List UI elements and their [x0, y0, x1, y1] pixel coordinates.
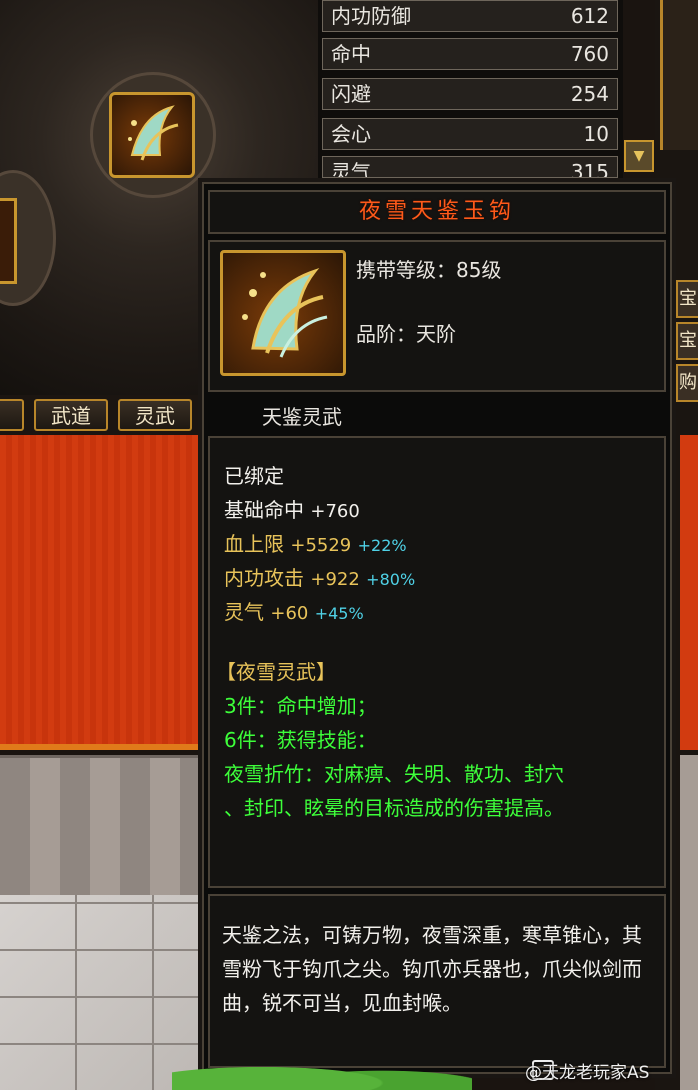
right-item-frame	[660, 0, 698, 150]
skill-line: 、封印、眩晕的目标造成的伤害提高。	[224, 796, 564, 820]
scroll-down-button[interactable]: ▼	[624, 140, 654, 172]
item-icon	[220, 250, 346, 376]
jade-hook-icon	[242, 268, 328, 358]
equipment-slot[interactable]	[0, 198, 17, 284]
right-tab[interactable]: 宝	[676, 280, 698, 318]
stat-value: 10	[583, 122, 609, 146]
tooltip-header: 夜雪天鉴玉钩	[208, 190, 666, 234]
tab-wudao[interactable]: 武道	[34, 399, 108, 431]
attr-percent: +45%	[314, 604, 364, 623]
bound-status: 已绑定	[224, 464, 284, 488]
stat-row: 闪避 254	[322, 78, 618, 110]
attr-value: +922	[310, 569, 360, 590]
jade-hook-icon	[128, 105, 179, 161]
stat-name: 灵气	[331, 160, 371, 178]
item-info: 携带等级：85级 品阶：天阶	[208, 240, 666, 392]
equipment-slot-weapon[interactable]	[109, 92, 195, 178]
attr-label: 灵气	[224, 600, 264, 624]
stone-railing	[0, 755, 200, 898]
tab-lingwu[interactable]: 灵武	[118, 399, 192, 431]
stat-name: 内功防御	[331, 4, 411, 28]
right-tab[interactable]: 购	[676, 364, 698, 402]
stat-row: 会心 10	[322, 118, 618, 150]
set-bonus-6: 6件：获得技能：	[224, 728, 377, 752]
base-stat-label: 基础命中	[224, 498, 304, 522]
watermark: @天龙老玩家AS	[525, 1063, 650, 1083]
attr-label: 内功攻击	[224, 566, 304, 590]
stat-row: 内功防御 612	[322, 0, 618, 32]
plant-decoration	[172, 1055, 472, 1090]
stat-row: 命中 760	[322, 38, 618, 70]
stat-row: 灵气 315	[322, 156, 618, 178]
description-text: 天鉴之法，可铸万物，夜雪深重，寒草锥心，其雪粉飞于钩爪之尖。钩爪亦兵器也，爪尖似…	[222, 923, 642, 1015]
item-title: 夜雪天鉴玉钩	[358, 199, 515, 224]
attr-percent: +80%	[366, 570, 416, 589]
equipment-tabs: 武道 灵武	[0, 395, 200, 435]
base-stat-value: +760	[310, 501, 360, 522]
stat-name: 闪避	[331, 82, 371, 106]
attr-percent: +22%	[357, 536, 407, 555]
item-attributes: 已绑定 基础命中 +760 血上限 +5529 +22% 内功攻击 +922 +…	[208, 436, 666, 888]
attribute-list: 内功防御 612 命中 760 闪避 254 会心 10 灵气 315	[318, 0, 623, 178]
skill-line: 夜雪折竹：对麻痹、失明、散功、封穴	[224, 762, 564, 786]
right-tab[interactable]: 宝	[676, 322, 698, 360]
stat-value: 254	[570, 82, 609, 106]
attr-value: +5529	[290, 535, 352, 556]
stat-name: 会心	[331, 122, 371, 146]
base-stat: 基础命中 +760	[224, 494, 360, 523]
chevron-down-icon: ▼	[633, 148, 645, 164]
item-description: 天鉴之法，可铸万物，夜雪深重，寒草锥心，其雪粉飞于钩爪之尖。钩爪亦兵器也，爪尖似…	[208, 894, 666, 1068]
set-name: 【夜雪灵武】	[216, 660, 336, 684]
attr-row: 灵气 +60 +45%	[224, 596, 364, 625]
red-backdrop	[0, 435, 200, 750]
item-grade: 品阶：天阶	[356, 322, 456, 346]
attr-value: +60	[270, 603, 309, 624]
set-bonus-3: 3件：命中增加；	[224, 694, 377, 718]
item-category: 天鉴灵武	[262, 405, 342, 429]
attr-label: 血上限	[224, 532, 284, 556]
carry-level: 携带等级：85级	[356, 258, 502, 282]
item-tooltip: 夜雪天鉴玉钩 携带等级：85级 品阶：天阶 天鉴灵武 已绑定 基础命中 +760…	[198, 178, 676, 1078]
attr-row: 血上限 +5529 +22%	[224, 528, 407, 557]
tab-partial[interactable]	[0, 399, 24, 431]
stone-floor	[0, 895, 200, 1090]
red-backdrop	[680, 435, 698, 750]
stone-backdrop	[680, 755, 698, 1090]
stat-value: 760	[570, 42, 609, 66]
stat-value: 612	[570, 4, 609, 28]
stat-name: 命中	[331, 42, 371, 66]
attr-row: 内功攻击 +922 +80%	[224, 562, 415, 591]
stat-value: 315	[570, 160, 609, 178]
